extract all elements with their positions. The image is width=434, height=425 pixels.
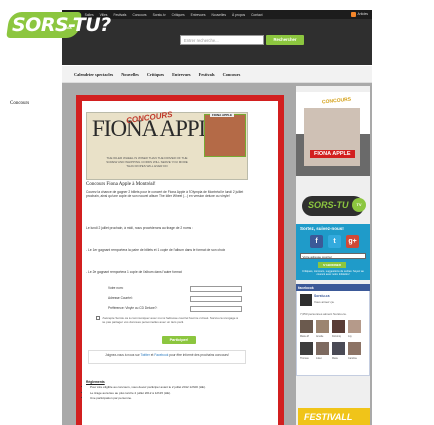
post-paragraph-3: - Le 1er gagnant remportera la paire de … (86, 248, 226, 252)
fan-avatar[interactable] (316, 320, 329, 333)
fan-name: Thomas (300, 357, 309, 360)
facebook-like-status[interactable]: Vous aimez ça. (314, 300, 334, 304)
fan-name: Joy (348, 335, 352, 338)
post-paragraph-1: Courez la chance de gagner 2 billets pou… (86, 190, 244, 199)
name-field[interactable] (190, 286, 242, 292)
facebook-like-count: 7,053 personnes aiment Sorstu.ca. (300, 312, 347, 316)
mainnav-critiques[interactable]: Critiques (147, 72, 164, 77)
mainnav-nouvelles[interactable]: Nouvelles (121, 72, 139, 77)
topnav-link-concours[interactable]: Concours (132, 13, 146, 17)
poster-album-text: THE IDLER WHEEL IS WISER THAN THE DRIVER… (106, 156, 188, 168)
topnav-link-festivals[interactable]: Festivals (113, 13, 126, 17)
consent-text: J'accepte Sorstu.ca à communiquer avec m… (102, 316, 238, 324)
rss-icon (350, 11, 356, 17)
twitter-link[interactable]: Twitter (140, 353, 149, 357)
facebook-link[interactable]: Facebook (154, 353, 168, 357)
mainnav-entrevues[interactable]: Entrevues (172, 72, 191, 77)
fan-avatar[interactable] (332, 320, 345, 333)
subscribe-button[interactable]: S'ABONNER (318, 262, 346, 268)
fan-avatar[interactable] (332, 342, 345, 355)
tv-badge-icon: TV (352, 198, 366, 212)
album-art-image (204, 114, 246, 157)
category-title: Concours (10, 101, 30, 106)
follow-box: Joignez-vous à nous sur Twitter et Faceb… (88, 350, 246, 364)
newsletter-note: Critiques, concours, suggestions de sort… (302, 270, 364, 277)
promo-label: FIONA APPLE (310, 150, 355, 158)
rule-item: Une participation par personne. (90, 396, 246, 402)
main-navigation: Calendrier spectacles Nouvelles Critique… (62, 66, 372, 83)
fan-avatar[interactable] (348, 320, 361, 333)
mainnav-concours[interactable]: Concours (223, 72, 241, 77)
fan-avatar[interactable] (300, 320, 313, 333)
fan-name: Marie (332, 357, 338, 360)
album-art-label: FIONA APPLE (210, 113, 234, 117)
search-button[interactable]: Rechercher (266, 35, 304, 45)
fan-avatar[interactable] (300, 342, 313, 355)
social-title: Sortez, suivez-nous! (300, 226, 344, 231)
participate-button[interactable]: Participer! (162, 336, 196, 344)
facebook-icon[interactable]: f (310, 235, 323, 248)
rss-label: Articles (357, 12, 368, 16)
topnav-link-nouvelles[interactable]: Nouvelles (211, 13, 225, 17)
rules-title: Règlements (86, 380, 105, 384)
post-paragraph-4: - Le 2e gagnant remportera 1 copie de l'… (86, 270, 182, 274)
preference-field[interactable] (190, 306, 242, 312)
name-label: Votre nom: (108, 286, 124, 290)
topnav-link-critiques[interactable]: Critiques (172, 13, 185, 17)
tv-logo-text: SORS-TU (308, 200, 349, 210)
topnav-link-sorstu-tv[interactable]: Sorstu.tv (153, 13, 166, 17)
fan-name: Caroline (348, 357, 357, 360)
newsletter-email-input[interactable]: Votre adresse courriel (300, 253, 366, 259)
preference-label: Préférence: Vinyle ou CD Deluxe?: (108, 306, 158, 310)
mainnav-calendrier[interactable]: Calendrier spectacles (74, 72, 113, 77)
fan-name: Marie-M (300, 335, 309, 338)
email-field[interactable] (190, 296, 242, 302)
festival-banner-text: FESTIVALL (304, 412, 353, 422)
mainnav-festivals[interactable]: Festivals (199, 72, 215, 77)
facebook-page-name[interactable]: Sorstu.ca (314, 294, 329, 298)
fan-name: Juliet (316, 357, 322, 360)
topnav-link-contact[interactable]: Contact (251, 13, 262, 17)
fan-name: Amélie (316, 335, 324, 338)
follow-text-after: pour être informé des prochains concours… (168, 352, 229, 357)
page-avatar[interactable] (300, 294, 312, 306)
post-heading: Concours Fiona Apple à Montréal! (86, 182, 156, 187)
logo-suffix: .ca (66, 25, 72, 30)
follow-text-before: Joignez-vous à nous sur (105, 352, 141, 357)
post-paragraph-2: Le lundi 2 juillet prochain, à midi, nou… (86, 226, 194, 230)
topnav-link-a-propos[interactable]: À propos (232, 13, 245, 17)
search-input[interactable]: Entrer recherche... (180, 35, 264, 45)
twitter-icon[interactable]: t (328, 235, 341, 248)
fan-name: Dominiq (332, 335, 341, 338)
facebook-widget-title: facebook (296, 284, 370, 291)
fan-avatar[interactable] (316, 342, 329, 355)
consent-checkbox[interactable] (96, 316, 100, 320)
email-label: Adresse Courriel: (108, 296, 133, 300)
topnav-link-entrevues[interactable]: Entrevues (191, 13, 206, 17)
google-plus-icon[interactable]: g+ (346, 235, 359, 248)
fan-avatar[interactable] (348, 342, 361, 355)
rules-list: Pour être éligible au concours, vous dev… (86, 385, 246, 402)
logo-text: SORS-TU? (12, 14, 111, 36)
rss-link[interactable]: Articles (350, 11, 368, 17)
